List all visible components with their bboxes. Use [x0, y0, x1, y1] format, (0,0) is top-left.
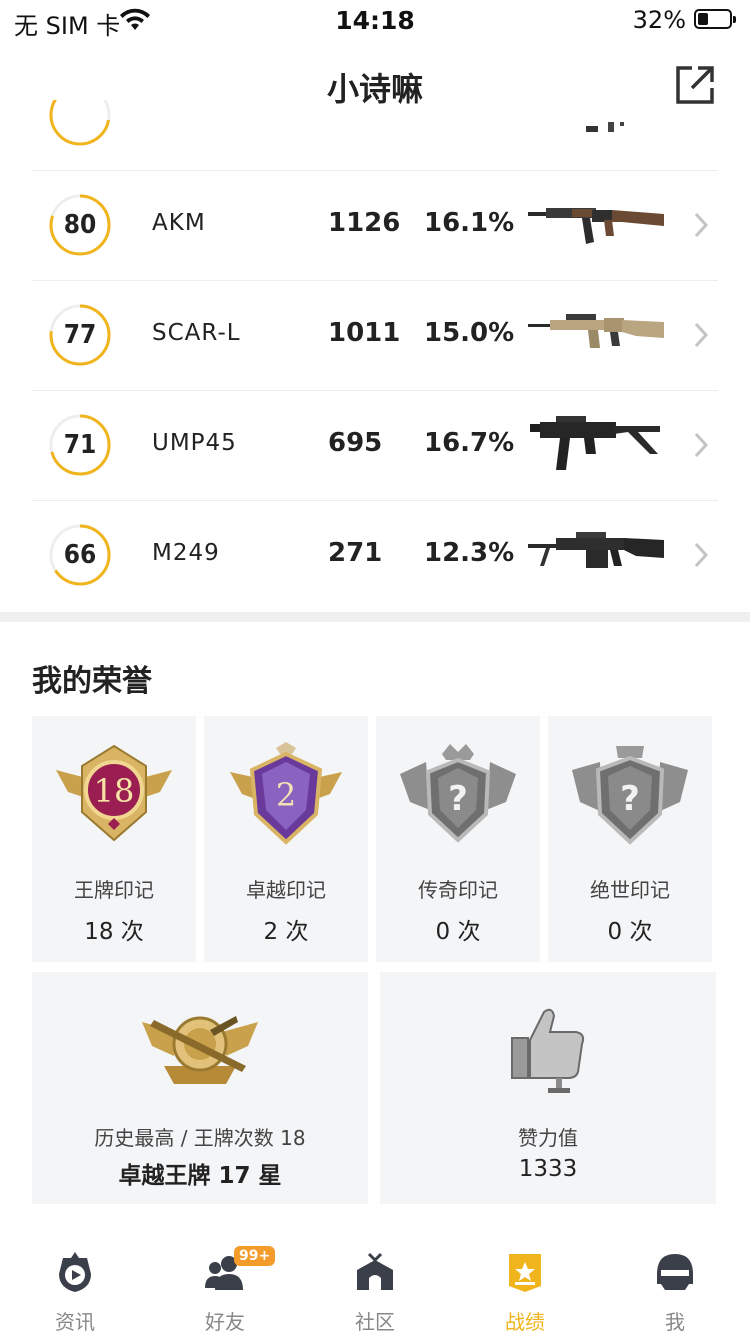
weapon-kills: 695: [328, 428, 383, 458]
badge-count: 2 次: [263, 919, 309, 945]
likes-card[interactable]: 赞力值 1333: [380, 972, 716, 1204]
news-icon: [59, 1252, 91, 1292]
bottom-tab-bar: 资讯 99+ 好友 社区 战绩 我: [0, 1244, 750, 1334]
highest-rank-label: 历史最高 / 王牌次数 18: [94, 1126, 306, 1150]
tab-label: 我: [665, 1310, 685, 1334]
community-icon: [357, 1252, 393, 1290]
battery-percent: 32%: [632, 6, 686, 34]
record-icon: [509, 1254, 541, 1292]
honor-card-excellence[interactable]: 2 卓越印记 2 次: [204, 716, 368, 962]
weapon-name: UMP45: [152, 430, 237, 456]
weapon-rate: 16.1%: [424, 208, 515, 238]
tab-label: 社区: [355, 1310, 395, 1334]
weapon-row[interactable]: 77 SCAR-L 1011 15.0%: [32, 280, 718, 391]
weapon-rate: 15.0%: [424, 318, 515, 348]
likes-value: 1333: [518, 1156, 578, 1182]
ace-emblem-number: 18: [94, 772, 135, 810]
weapon-score: 80: [63, 210, 97, 240]
ump45-smg-icon: [530, 416, 660, 470]
peerless-emblem-text: ?: [620, 779, 640, 819]
weapon-row-partial[interactable]: [32, 100, 718, 171]
tab-friends[interactable]: 99+ 好友: [150, 1244, 300, 1334]
status-bar: 无 SIM 卡 14:18 32%: [0, 0, 750, 44]
chevron-right-icon[interactable]: [692, 320, 710, 350]
badge-count: 0 次: [607, 919, 653, 945]
weapon-kills: 271: [328, 538, 383, 568]
thumbs-up-trophy-icon: [511, 1008, 585, 1093]
score-ring-partial: [49, 100, 111, 146]
badge-label: 绝世印记: [590, 878, 670, 902]
highest-rank-value: 卓越王牌 17 星: [118, 1163, 282, 1189]
tab-record[interactable]: 战绩: [450, 1244, 600, 1334]
akm-rifle-icon: [528, 208, 664, 244]
profile-helmet-icon: [657, 1254, 693, 1290]
weapon-score: 71: [63, 430, 97, 460]
legend-emblem-text: ?: [448, 779, 468, 819]
weapon-list: 80 AKM 1126 16.1% 77 SCAR-L 1011 15.0% 7…: [0, 100, 750, 610]
honor-section-title: 我的荣誉: [32, 664, 152, 699]
weapon-score: 77: [63, 320, 97, 350]
weapon-rate: 16.7%: [424, 428, 515, 458]
scar-l-rifle-icon: [528, 314, 664, 348]
badge-label: 传奇印记: [418, 878, 498, 902]
legend-mark-icon: ?: [400, 744, 516, 843]
battery-icon: [694, 9, 736, 29]
badge-count: 0 次: [435, 919, 481, 945]
rank-emblem-icon: [142, 1016, 258, 1084]
tab-me[interactable]: 我: [600, 1244, 750, 1334]
weapon-row[interactable]: 71 UMP45 695 16.7%: [32, 390, 718, 501]
gun-image-partial: [586, 122, 624, 132]
tab-label: 好友: [205, 1310, 245, 1334]
honor-card-ace[interactable]: 18 王牌印记 18 次: [32, 716, 196, 962]
badge-label: 王牌印记: [74, 878, 154, 902]
excellence-emblem-number: 2: [276, 776, 296, 814]
score-ring: 71: [48, 413, 112, 477]
score-ring: 80: [48, 193, 112, 257]
weapon-score: 66: [63, 540, 97, 570]
weapon-name: M249: [152, 540, 220, 566]
weapon-kills: 1126: [328, 208, 401, 238]
excellence-mark-icon: 2: [230, 742, 342, 845]
ace-mark-icon: 18: [56, 744, 172, 842]
honor-card-peerless[interactable]: ? 绝世印记 0 次: [548, 716, 712, 962]
likes-label: 赞力值: [518, 1126, 578, 1150]
weapon-rate: 12.3%: [424, 538, 515, 568]
badge-label: 卓越印记: [246, 878, 326, 902]
section-divider: [0, 612, 750, 622]
chevron-right-icon[interactable]: [692, 210, 710, 240]
tab-label: 战绩: [505, 1310, 545, 1334]
tab-news[interactable]: 资讯: [0, 1244, 150, 1334]
weapon-kills: 1011: [328, 318, 401, 348]
friends-count-badge: 99+: [234, 1246, 276, 1266]
highest-rank-card[interactable]: 历史最高 / 王牌次数 18 卓越王牌 17 星: [32, 972, 368, 1204]
chevron-right-icon[interactable]: [692, 430, 710, 460]
weapon-row[interactable]: 66 M249 271 12.3%: [32, 500, 718, 610]
weapon-row[interactable]: 80 AKM 1126 16.1%: [32, 170, 718, 281]
weapon-name: SCAR-L: [152, 320, 241, 346]
tab-community[interactable]: 社区: [300, 1244, 450, 1334]
weapon-name: AKM: [152, 210, 206, 236]
chevron-right-icon[interactable]: [692, 540, 710, 570]
honor-card-legend[interactable]: ? 传奇印记 0 次: [376, 716, 540, 962]
m249-lmg-icon: [528, 532, 664, 568]
badge-count: 18 次: [84, 919, 144, 945]
peerless-mark-icon: ?: [572, 746, 688, 845]
score-ring: 66: [48, 523, 112, 587]
score-ring: 77: [48, 303, 112, 367]
tab-label: 资讯: [55, 1310, 95, 1334]
